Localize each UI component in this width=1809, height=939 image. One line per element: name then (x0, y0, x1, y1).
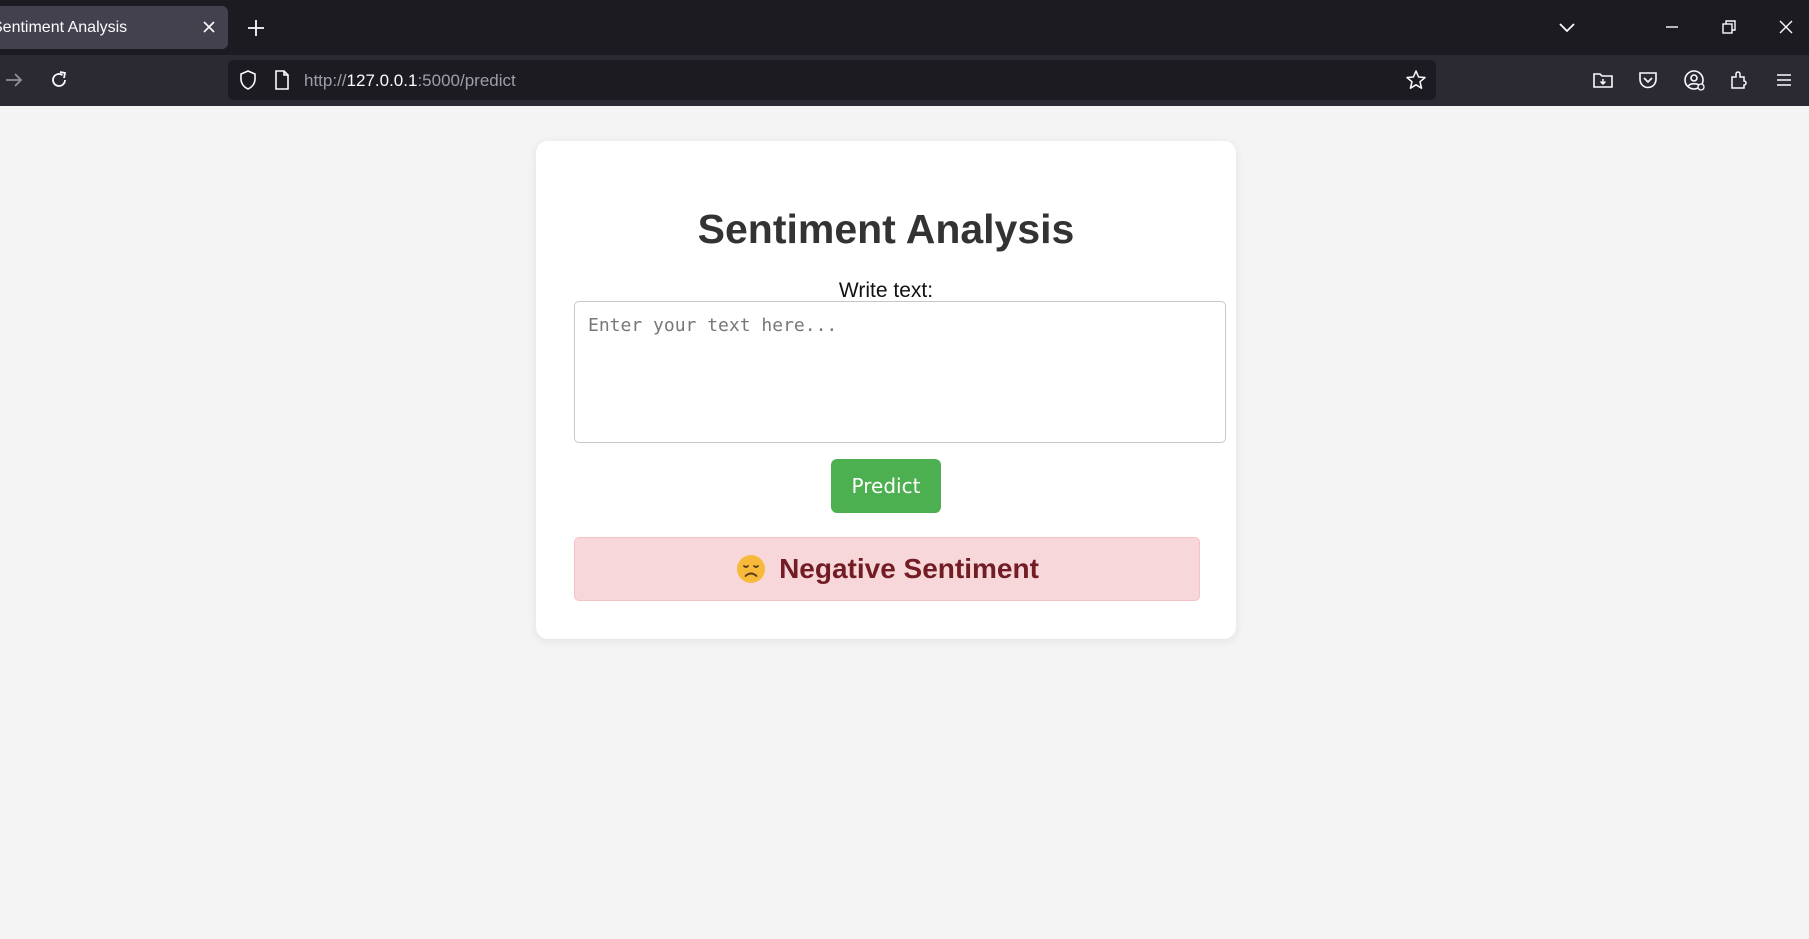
close-window-icon[interactable] (1774, 15, 1798, 39)
page-title: Sentiment Analysis (697, 206, 1075, 252)
restore-icon[interactable] (1717, 15, 1741, 39)
page-icon[interactable] (270, 68, 294, 92)
sentiment-card: Sentiment Analysis Write text: Predict N… (536, 141, 1236, 639)
result-alert: Negative Sentiment (574, 537, 1200, 601)
disappointed-face-icon (735, 553, 767, 585)
extensions-puzzle-icon[interactable] (1727, 68, 1751, 92)
close-icon[interactable] (200, 18, 218, 36)
account-icon[interactable] (1682, 68, 1706, 92)
reload-icon[interactable] (47, 68, 71, 92)
hamburger-menu-icon[interactable] (1772, 68, 1796, 92)
input-label: Write text: (838, 279, 934, 302)
url-prefix: http:// (304, 71, 347, 90)
predict-button[interactable]: Predict (831, 459, 941, 513)
tab-sentiment-analysis[interactable]: Sentiment Analysis (0, 6, 228, 49)
shield-icon[interactable] (236, 68, 260, 92)
bookmark-star-icon[interactable] (1404, 68, 1428, 92)
url-host: 127.0.0.1 (346, 71, 418, 90)
list-all-tabs-chevron-down-icon[interactable] (1555, 15, 1579, 39)
text-input[interactable] (574, 301, 1226, 443)
result-text: Negative Sentiment (779, 553, 1039, 584)
new-tab-plus-icon[interactable] (245, 17, 267, 39)
url-path: :5000/predict (417, 71, 516, 90)
tab-title: Sentiment Analysis (0, 19, 128, 36)
page-content: Sentiment Analysis Write text: Predict N… (0, 106, 1809, 939)
navigation-bar: http://127.0.0.1:5000/predict (0, 55, 1809, 106)
minimize-icon[interactable] (1660, 15, 1684, 39)
url-text[interactable]: http://127.0.0.1:5000/predict (304, 71, 516, 91)
address-bar[interactable]: http://127.0.0.1:5000/predict (228, 60, 1436, 100)
tab-bar: Sentiment Analysis (0, 0, 1809, 55)
pocket-icon[interactable] (1636, 68, 1660, 92)
forward-arrow-icon[interactable] (2, 68, 26, 92)
save-to-folder-icon[interactable] (1591, 68, 1615, 92)
